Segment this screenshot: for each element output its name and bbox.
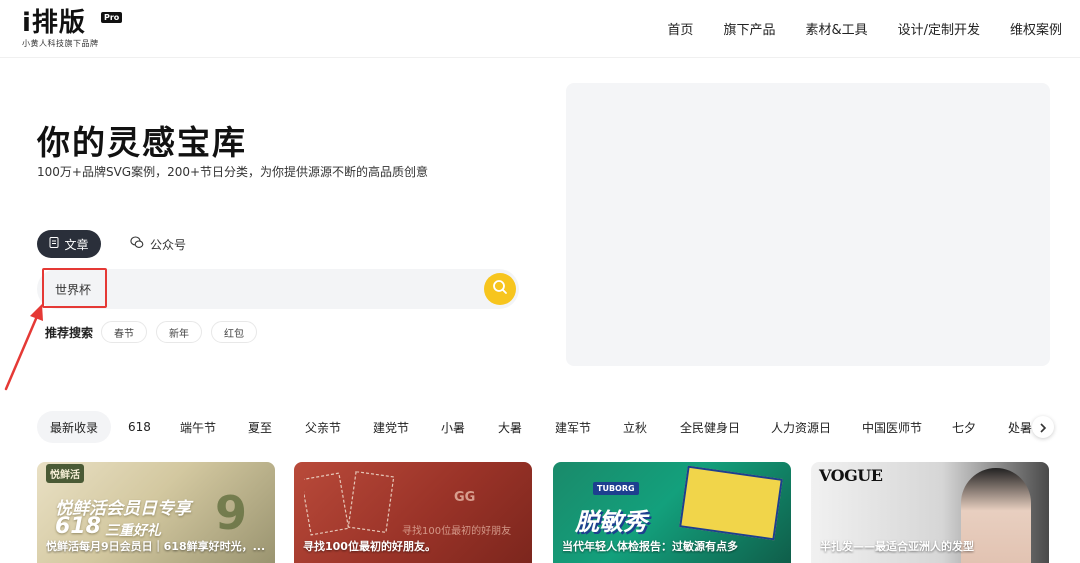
category-army-day[interactable]: 建军节: [555, 411, 591, 443]
card-2-stamps-icon: [304, 470, 394, 536]
annotation-highlight-box: [42, 268, 107, 308]
card-3-illustration: [679, 465, 783, 541]
card-3-title: 当代年轻人体检报告：过敏源有点多: [562, 540, 738, 553]
category-dragon-boat[interactable]: 端午节: [180, 411, 216, 443]
card-3-brand-badge: TUBORG: [593, 482, 639, 495]
tab-official-account-label: 公众号: [150, 237, 187, 252]
tab-article-label: 文章: [64, 237, 89, 252]
category-end-of-heat[interactable]: 处暑: [1008, 411, 1032, 443]
category-minor-heat[interactable]: 小暑: [441, 411, 465, 443]
document-icon: [49, 237, 59, 251]
logo-text: i排版: [22, 8, 86, 38]
recommend-label: 推荐搜索: [45, 326, 94, 340]
nav-design-dev[interactable]: 设计/定制开发: [898, 19, 980, 38]
recommend-tag-new-year[interactable]: 新年: [156, 321, 202, 343]
banner-placeholder[interactable]: [566, 83, 1050, 366]
card-4-brand-logo: VOGUE: [819, 466, 883, 485]
category-fitness-day[interactable]: 全民健身日: [680, 411, 740, 443]
nav-home[interactable]: 首页: [667, 19, 693, 38]
card-2-title: 寻找100位最初的好朋友。: [303, 540, 436, 553]
category-618[interactable]: 618: [128, 411, 151, 443]
card-1-title: 悦鲜活每月9日会员日｜618鲜享好时光，...: [46, 540, 266, 553]
search-input[interactable]: [55, 279, 475, 299]
category-party-day[interactable]: 建党节: [373, 411, 409, 443]
card-1-deco-618: 618: [55, 514, 101, 539]
category-doctors-day[interactable]: 中国医师节: [862, 411, 922, 443]
search-button[interactable]: [484, 273, 516, 305]
category-next-button[interactable]: [1032, 416, 1054, 438]
category-summer-solstice[interactable]: 夏至: [248, 411, 272, 443]
article-card-1[interactable]: 悦鲜活 悦鲜活会员日专享 618 三重好礼 9 悦鲜活每月9日会员日｜618鲜享…: [37, 462, 275, 563]
hero-subtitle: 100万+品牌SVG案例，200+节日分类，为你提供源源不断的高品质创意: [37, 165, 429, 179]
recommend-tag-red-packet[interactable]: 红包: [211, 321, 257, 343]
category-major-heat[interactable]: 大暑: [498, 411, 522, 443]
top-header: i排版 Pro 小黄人科技旗下品牌 首页 旗下产品 素材&工具 设计/定制开发 …: [0, 0, 1080, 58]
card-4-title: 半扎发——最适合亚洲人的发型: [820, 540, 974, 553]
annotation-arrow-icon: [4, 304, 43, 391]
tab-article[interactable]: 文章: [37, 230, 101, 258]
article-card-2[interactable]: GG 寻找100位最初的好朋友 寻找100位最初的好朋友。: [294, 462, 532, 563]
nav-rights-cases[interactable]: 维权案例: [1010, 19, 1062, 38]
card-1-brand-badge: 悦鲜活: [46, 464, 84, 483]
wechat-icon: [130, 236, 144, 252]
nav-products[interactable]: 旗下产品: [723, 19, 775, 38]
category-row: 最新收录 618 端午节 夏至 父亲节 建党节 小暑 大暑 建军节 立秋 全民健…: [37, 411, 1057, 443]
card-1-deco-number: 9: [215, 486, 248, 540]
tab-official-account[interactable]: 公众号: [130, 230, 186, 258]
category-hr-day[interactable]: 人力资源日: [771, 411, 831, 443]
logo-pro-badge: Pro: [101, 12, 123, 23]
main-nav: 首页 旗下产品 素材&工具 设计/定制开发 维权案例: [637, 19, 1062, 38]
category-latest[interactable]: 最新收录: [37, 411, 112, 443]
card-3-deco-headline: 脱敏秀: [575, 508, 647, 536]
search-icon: [492, 279, 508, 299]
category-start-of-autumn[interactable]: 立秋: [623, 411, 647, 443]
category-fathers-day[interactable]: 父亲节: [305, 411, 341, 443]
search-bar: [37, 269, 519, 309]
card-1-deco-gifts: 三重好礼: [105, 523, 161, 539]
card-2-deco-headline: 寻找100位最初的好朋友: [402, 526, 512, 537]
article-card-4[interactable]: VOGUE 半扎发——最适合亚洲人的发型: [811, 462, 1049, 563]
recommend-tag-spring-festival[interactable]: 春节: [101, 321, 147, 343]
nav-materials-tools[interactable]: 素材&工具: [805, 19, 867, 38]
category-qixi[interactable]: 七夕: [952, 411, 976, 443]
article-card-3[interactable]: TUBORG 脱敏秀 当代年轻人体检报告：过敏源有点多: [553, 462, 791, 563]
logo-subtitle: 小黄人科技旗下品牌: [22, 39, 99, 48]
chevron-right-icon: [1039, 418, 1047, 437]
hero-title: 你的灵感宝库: [37, 123, 247, 162]
logo[interactable]: i排版 Pro 小黄人科技旗下品牌: [22, 8, 123, 49]
card-2-deco-mark: GG: [454, 490, 476, 505]
